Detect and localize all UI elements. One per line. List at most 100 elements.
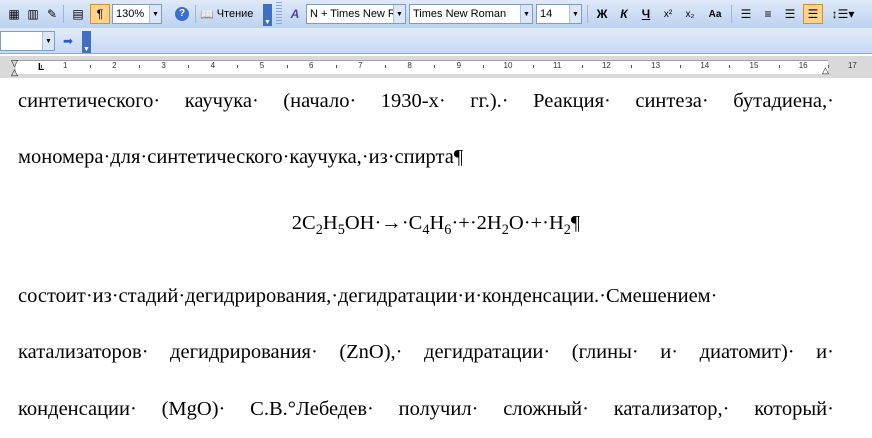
ruler-tick <box>581 65 583 68</box>
text-line-2: мономера·для·синтетического·каучука,·из·… <box>18 146 464 168</box>
word: и· <box>660 341 679 363</box>
word: конденсации· <box>18 398 137 420</box>
word: гг.).· <box>470 90 509 112</box>
bold-button[interactable]: Ж <box>592 4 612 24</box>
styles-pane-icon[interactable]: A <box>285 4 305 24</box>
line-spacing-icon[interactable]: ↕☰▾ <box>828 4 858 24</box>
ruler-tick <box>729 65 731 68</box>
reading-mode-label: Чтение <box>216 8 254 20</box>
ruler-tick <box>434 65 436 68</box>
ruler-tick <box>827 65 829 68</box>
ruler-number: 10 <box>503 61 513 70</box>
ruler-tick <box>286 65 288 68</box>
ruler-tick <box>483 65 485 68</box>
ruler-number: 4 <box>210 61 216 70</box>
font-size-value: 14 <box>540 8 553 20</box>
table-icon[interactable]: ▦ <box>4 4 24 24</box>
help-icon[interactable]: ? <box>172 4 192 24</box>
word: (глины· <box>571 341 639 363</box>
chevron-down-icon[interactable]: ▼ <box>569 5 581 23</box>
font-combo[interactable]: Times New Roman ▼ <box>409 4 533 24</box>
word: который· <box>754 398 834 420</box>
align-right-icon[interactable]: ☰ <box>780 4 800 24</box>
text-line-5: катализаторов· дегидрирования· (ZnO),· деги… <box>18 341 834 364</box>
document-map-icon[interactable]: ▤ <box>68 4 88 24</box>
document-page[interactable]: синтетического· каучука· (начало· 1930-х· гг… <box>0 78 872 438</box>
zoom-combo[interactable]: 130% ▼ <box>112 4 162 24</box>
word: синтеза· <box>635 90 709 112</box>
chevron-down-icon[interactable]: ▼ <box>520 5 532 23</box>
word: дегидрирования· <box>170 341 318 363</box>
toolbar-options-icon[interactable]: ▼ <box>82 31 91 53</box>
word: катализатор,· <box>613 398 730 420</box>
chevron-down-icon[interactable]: ▼ <box>42 32 54 50</box>
ruler-number: 5 <box>259 61 265 70</box>
word: синтетического· <box>18 90 161 112</box>
ruler-tick <box>778 65 780 68</box>
word: Реакция· <box>533 90 611 112</box>
reading-mode-button[interactable]: 📖 Чтение <box>200 4 262 24</box>
toolbar-options-icon[interactable]: ▼ <box>263 4 272 26</box>
underline-button[interactable]: Ч <box>636 4 656 24</box>
ruler-tick <box>237 65 239 68</box>
chevron-down-icon[interactable]: ▼ <box>393 5 405 23</box>
ruler-number: 17 <box>847 61 857 70</box>
ruler-tick <box>631 65 632 68</box>
text-line-6: конденсации· (MgO)· С.В.°Лебедев· получил· с… <box>18 398 834 421</box>
word: (MgO)· <box>161 398 226 420</box>
align-justify-icon[interactable]: ☰ <box>803 4 823 24</box>
horizontal-ruler: ▽ △ L △ 1234567891011121314151617 <box>0 56 872 78</box>
word: бутадиена,· <box>733 90 834 112</box>
ruler-number: 16 <box>798 61 808 70</box>
word: и· <box>816 341 834 363</box>
ruler-tick <box>680 65 682 68</box>
ruler-number: 13 <box>651 61 661 70</box>
word: получил· <box>398 398 479 420</box>
address-combo[interactable]: ▼ <box>0 31 55 51</box>
book-icon: 📖 <box>200 8 214 21</box>
word: (ZnO),· <box>339 341 403 363</box>
ruler-number: 11 <box>553 61 562 70</box>
style-combo[interactable]: N + Times New R ▼ <box>306 4 406 24</box>
word: катализаторов· <box>18 341 149 363</box>
show-formatting-marks-icon[interactable]: ¶ <box>90 4 110 24</box>
ruler-number: 8 <box>407 61 412 70</box>
ruler-number: 2 <box>112 61 117 70</box>
align-center-icon[interactable]: ≡ <box>758 4 778 24</box>
formatting-toolbar: ▦ ▥ ✎ ▤ ¶ 130% ▼ ? 📖 Чтение ▼ A N + Time… <box>0 0 872 29</box>
ruler-number: 1 <box>62 61 68 70</box>
chevron-down-icon[interactable]: ▼ <box>149 5 161 23</box>
ruler-number: 15 <box>749 61 759 70</box>
word: 1930-х· <box>380 90 446 112</box>
ruler-tick <box>89 65 91 68</box>
left-indent-marker[interactable]: △ <box>11 67 18 78</box>
word: дегидратации· <box>424 341 551 363</box>
subscript-button[interactable]: x₂ <box>680 4 700 24</box>
ruler-tick <box>40 65 42 68</box>
font-value: Times New Roman <box>413 8 507 20</box>
align-left-icon[interactable]: ☰ <box>736 4 756 24</box>
word: каучука· <box>184 90 259 112</box>
text-line-1: синтетического· каучука· (начало· 1930-х· гг… <box>18 90 834 113</box>
ruler-number: 3 <box>161 61 166 70</box>
ruler-number: 7 <box>358 61 363 70</box>
columns-icon[interactable]: ▥ <box>23 4 43 24</box>
ruler-number: 6 <box>308 61 314 70</box>
ruler-number: 9 <box>456 61 462 70</box>
word: сложный· <box>503 398 589 420</box>
drawing-icon[interactable]: ✎ <box>42 4 62 24</box>
style-value: N + Times New R <box>310 8 396 20</box>
ruler-tick <box>139 65 140 68</box>
ruler-tick <box>385 65 386 68</box>
change-case-button[interactable]: Aa <box>702 4 728 24</box>
italic-button[interactable]: К <box>614 4 634 24</box>
secondary-toolbar: ▼ ➡ ▼ <box>0 28 872 54</box>
reaction-equation: 2C2H5OH·→·C4H6·+·2H2O·+·H2¶ <box>291 212 581 239</box>
zoom-value: 130% <box>116 8 145 20</box>
ruler-tick <box>532 65 534 68</box>
font-size-combo[interactable]: 14 ▼ <box>536 4 582 24</box>
superscript-button[interactable]: x² <box>658 4 678 24</box>
word: (начало· <box>283 90 357 112</box>
go-arrow-icon[interactable]: ➡ <box>58 31 78 51</box>
ruler-tick <box>335 65 337 68</box>
